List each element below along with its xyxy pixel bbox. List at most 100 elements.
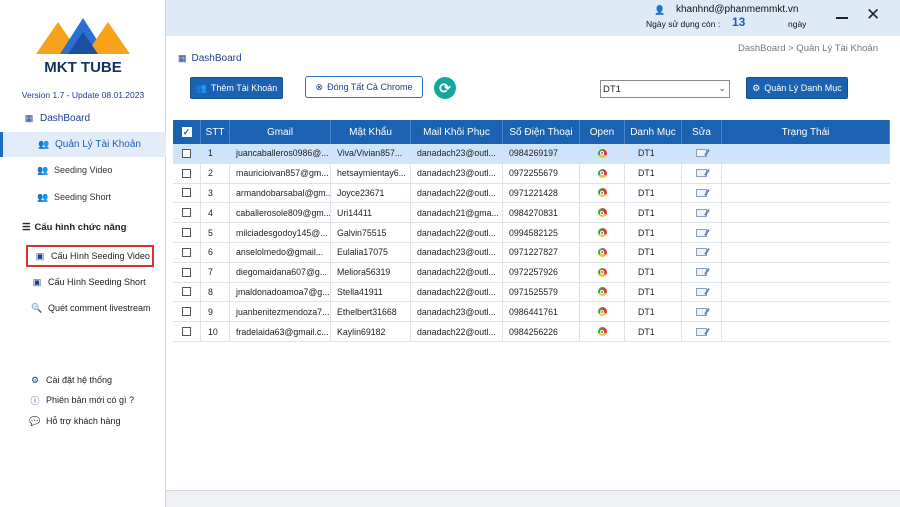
edit-icon[interactable] <box>696 188 707 197</box>
table-row[interactable]: 7 diegomaidana607@g... Meliora56319 danadac… <box>173 262 890 283</box>
column-header-phone[interactable]: Số Điện Thoại <box>503 120 580 144</box>
sidebar-item-config-seeding-short[interactable]: ▣ Cấu Hình Seeding Short <box>0 271 166 293</box>
sidebar-item-label: Phiên bản mới có gì ? <box>46 395 134 405</box>
section-label: Cấu hình chức năng <box>34 222 127 233</box>
cell-edit <box>682 262 722 282</box>
cell-category: DT1 <box>625 203 682 223</box>
refresh-button[interactable]: ⟳ <box>434 77 456 99</box>
manage-category-button[interactable]: ⚙ Quản Lý Danh Mục <box>746 77 848 99</box>
sidebar-item-support[interactable]: 💬 Hỗ trợ khách hàng <box>0 410 166 432</box>
sidebar-item-accounts[interactable]: 👥 Quản Lý Tài Khoản <box>0 132 166 157</box>
sidebar-item-label: Hỗ trợ khách hàng <box>46 416 121 426</box>
table-row[interactable]: 2 mauricioivan857@gm... hetsaymientay6... d… <box>173 163 890 184</box>
cell-phone: 0971227827 <box>503 242 580 262</box>
column-header-edit[interactable]: Sửa <box>682 120 722 144</box>
row-checkbox[interactable] <box>182 168 191 178</box>
row-checkbox[interactable] <box>182 188 191 198</box>
chrome-icon[interactable] <box>597 327 607 337</box>
row-checkbox-cell[interactable] <box>173 322 201 341</box>
edit-icon[interactable] <box>696 268 707 277</box>
column-header-category[interactable]: Danh Mục <box>625 120 682 144</box>
cell-stt: 6 <box>201 242 230 262</box>
row-checkbox[interactable] <box>182 148 191 158</box>
edit-icon[interactable] <box>696 169 707 178</box>
row-checkbox-cell[interactable] <box>173 183 201 203</box>
row-checkbox-cell[interactable] <box>173 203 201 223</box>
form-icon: ▣ <box>35 250 45 261</box>
column-header-open[interactable]: Open <box>580 120 625 144</box>
edit-icon[interactable] <box>696 248 707 257</box>
table-row[interactable]: 6 anselolmedo@gmail... Eulalia17075 danadac… <box>173 242 890 263</box>
list-icon: ☰ <box>22 222 31 233</box>
row-checkbox-cell[interactable] <box>173 282 201 302</box>
sidebar-item-dashboard[interactable]: ▦ DashBoard <box>0 107 166 129</box>
chrome-icon[interactable] <box>597 287 607 297</box>
table-row[interactable]: 9 juanbenitezmendoza7... Ethelbert31668 dan… <box>173 302 890 323</box>
cell-phone: 0984269197 <box>503 144 580 163</box>
sidebar-item-seeding-short[interactable]: 👥 Seeding Short <box>0 186 166 208</box>
row-checkbox-cell[interactable] <box>173 163 201 183</box>
header-select-all[interactable]: ✓ <box>173 120 201 144</box>
cell-status <box>722 144 890 163</box>
edit-icon[interactable] <box>696 208 707 217</box>
sidebar-item-seeding-video[interactable]: 👥 Seeding Video <box>0 159 166 181</box>
row-checkbox[interactable] <box>182 307 191 317</box>
chrome-icon[interactable] <box>597 188 607 198</box>
chrome-icon[interactable] <box>597 267 607 277</box>
edit-icon[interactable] <box>696 228 707 237</box>
column-header-stt[interactable]: STT <box>201 120 230 144</box>
chrome-icon[interactable] <box>597 168 607 178</box>
column-header-gmail[interactable]: Gmail <box>230 120 331 144</box>
table-row[interactable]: 4 caballerosole809@gm... Uri14411 danadach2… <box>173 203 890 224</box>
row-checkbox[interactable] <box>182 287 191 297</box>
sidebar-item-config-seeding-video[interactable]: ▣ Cấu Hình Seeding Video <box>26 245 154 267</box>
sidebar-item-scan-comment[interactable]: 🔍 Quét comment livestream <box>0 297 166 319</box>
close-all-chrome-button[interactable]: ⊗ Đóng Tất Cả Chrome <box>305 76 423 98</box>
cell-stt: 1 <box>201 144 230 163</box>
chrome-icon[interactable] <box>597 208 607 218</box>
row-checkbox-cell[interactable] <box>173 262 201 282</box>
gear-icon: ⚙ <box>30 374 40 385</box>
chrome-icon[interactable] <box>597 148 607 158</box>
chrome-icon[interactable] <box>597 307 607 317</box>
cell-gmail: juancaballeros0986@... <box>230 144 331 163</box>
row-checkbox[interactable] <box>182 247 191 257</box>
row-checkbox-cell[interactable] <box>173 223 201 242</box>
category-select[interactable]: DT1 ⌄ <box>600 80 730 98</box>
dashboard-icon: ▦ <box>24 112 34 123</box>
brand-name: MKT TUBE <box>44 59 122 76</box>
edit-icon[interactable] <box>696 149 707 158</box>
close-window-button[interactable]: ✕ <box>866 6 880 23</box>
row-checkbox[interactable] <box>182 267 191 277</box>
sidebar-item-label: Cấu Hình Seeding Short <box>48 277 146 287</box>
edit-icon[interactable] <box>696 307 707 316</box>
add-account-button[interactable]: 👥 Thêm Tài Khoản <box>190 77 283 99</box>
sidebar-item-settings[interactable]: ⚙ Cài đặt hệ thống <box>0 369 166 391</box>
row-checkbox[interactable] <box>182 208 191 218</box>
sidebar-item-whats-new[interactable]: ⓘ Phiên bản mới có gì ? <box>0 389 166 411</box>
minimize-button[interactable] <box>834 8 850 24</box>
table-row[interactable]: 8 jmaldonadoamoa7@g... Stella41911 danadach… <box>173 282 890 303</box>
cell-edit <box>682 282 722 302</box>
close-all-chrome-label: Đóng Tất Cả Chrome <box>327 82 413 92</box>
row-checkbox-cell[interactable] <box>173 302 201 322</box>
row-checkbox[interactable] <box>182 327 191 337</box>
row-checkbox-cell[interactable] <box>173 242 201 262</box>
sidebar-item-label: Quản Lý Tài Khoản <box>55 139 141 150</box>
edit-icon[interactable] <box>696 327 707 336</box>
column-header-password[interactable]: Mật Khẩu <box>331 120 411 144</box>
edit-icon[interactable] <box>696 287 707 296</box>
chrome-icon[interactable] <box>597 247 607 257</box>
table-row[interactable]: 1 juancaballeros0986@... Viva/Vivian857...… <box>173 144 890 164</box>
search-icon: 🔍 <box>31 302 43 313</box>
row-checkbox-cell[interactable] <box>173 144 201 163</box>
table-row[interactable]: 10 fradelaida63@gmail.c... Kaylin69182 dana… <box>173 322 890 342</box>
table-row[interactable]: 3 armandobarsabal@gm... Joyce23671 danadach… <box>173 183 890 204</box>
row-checkbox[interactable] <box>182 228 191 238</box>
column-header-status[interactable]: Trạng Thái <box>722 120 890 144</box>
table-row[interactable]: 5 milciadesgodoy145@... Galvin75515 danadac… <box>173 223 890 243</box>
cell-phone: 0971221428 <box>503 183 580 203</box>
column-header-recovery-mail[interactable]: Mail Khôi Phục <box>411 120 503 144</box>
cell-recovery-mail: danadach22@outl... <box>411 223 503 242</box>
chrome-icon[interactable] <box>597 228 607 238</box>
